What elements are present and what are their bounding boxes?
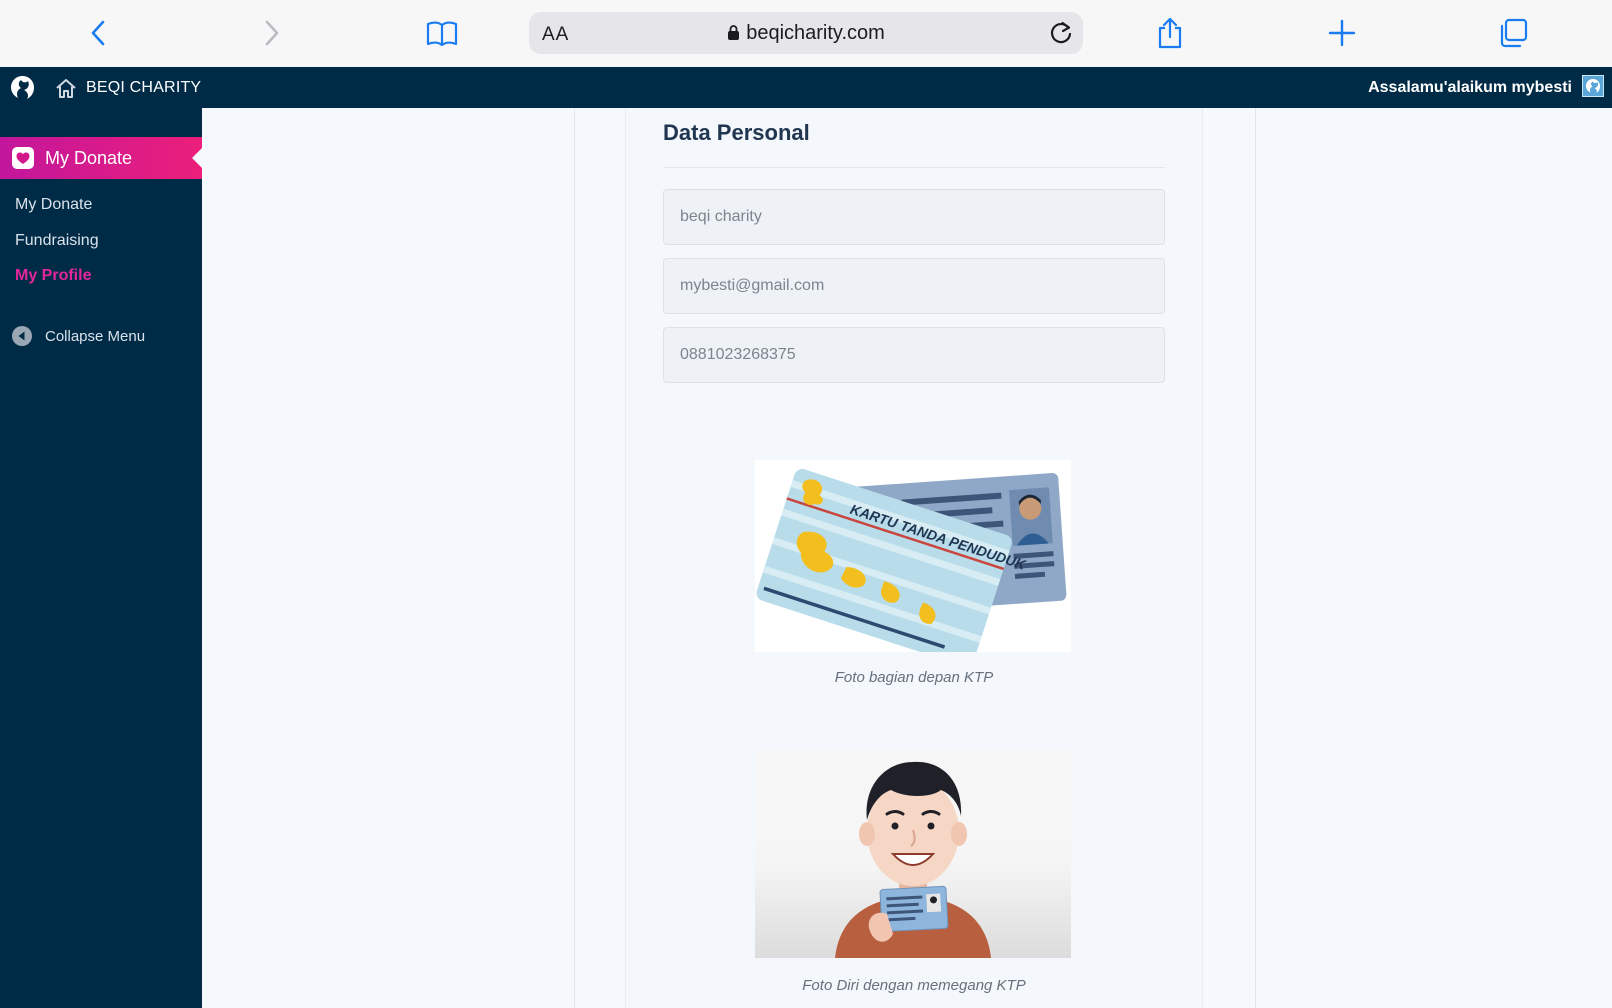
active-caret (192, 148, 202, 168)
sidebar-section-label: My Donate (45, 148, 133, 168)
sidebar-item-my-donate[interactable]: My Donate (15, 196, 92, 214)
avatar-logo-icon (1586, 79, 1600, 93)
collapse-menu-label: Collapse Menu (45, 328, 146, 345)
address-bar[interactable]: AA beqicharity.com (529, 12, 1083, 54)
main-content: Data Personal beqi charity mybesti@gmail… (202, 108, 1612, 1008)
bookmarks-icon[interactable] (425, 16, 459, 50)
tabs-icon[interactable] (1496, 16, 1530, 50)
sidebar-item-my-profile[interactable]: My Profile (15, 267, 91, 285)
reload-icon[interactable] (1047, 19, 1075, 47)
lock-icon (728, 25, 740, 40)
ktp-front-caption: Foto bagian depan KTP (834, 669, 994, 686)
app-header: BEQI CHARITY Assalamu'alaikum mybesti (0, 67, 1612, 108)
phone-field[interactable] (663, 327, 1165, 383)
section-title: Data Personal (663, 120, 810, 145)
donate-heart-icon (12, 147, 34, 169)
sidebar-item-fundraising[interactable]: Fundraising (15, 232, 99, 250)
selfie-caption: Foto Diri dengan memegang KTP (802, 977, 1026, 994)
title-divider (663, 167, 1165, 168)
new-tab-icon[interactable] (1325, 16, 1359, 50)
url-display[interactable]: beqicharity.com (529, 22, 1083, 45)
home-icon[interactable] (55, 77, 77, 99)
ktp-card-illustration: KARTU TANDA PENDUDUK (755, 460, 1071, 652)
user-greeting[interactable]: Assalamu'alaikum mybesti (1368, 79, 1572, 97)
url-text: beqicharity.com (746, 22, 885, 44)
content-frame: Data Personal beqi charity mybesti@gmail… (574, 108, 1256, 1008)
email-field[interactable] (663, 258, 1165, 314)
sidebar: My Donate My Donate Fundraising My Profi… (0, 108, 202, 1008)
app-logo-icon[interactable] (9, 74, 36, 101)
selfie-ktp-upload[interactable] (755, 750, 1071, 958)
ktp-front-upload[interactable]: KARTU TANDA PENDUDUK (755, 460, 1071, 652)
collapse-arrow-icon (12, 326, 32, 346)
brand-title[interactable]: BEQI CHARITY (86, 79, 201, 97)
name-field[interactable] (663, 189, 1165, 245)
sidebar-section-my-donate[interactable]: My Donate (0, 137, 202, 179)
share-icon[interactable] (1153, 16, 1187, 50)
profile-card: Data Personal beqi charity mybesti@gmail… (625, 108, 1203, 1008)
browser-toolbar: AA beqicharity.com (0, 0, 1612, 68)
avatar[interactable] (1582, 75, 1604, 97)
selfie-illustration (755, 750, 1071, 958)
forward-icon[interactable] (254, 16, 288, 50)
back-icon[interactable] (82, 16, 116, 50)
